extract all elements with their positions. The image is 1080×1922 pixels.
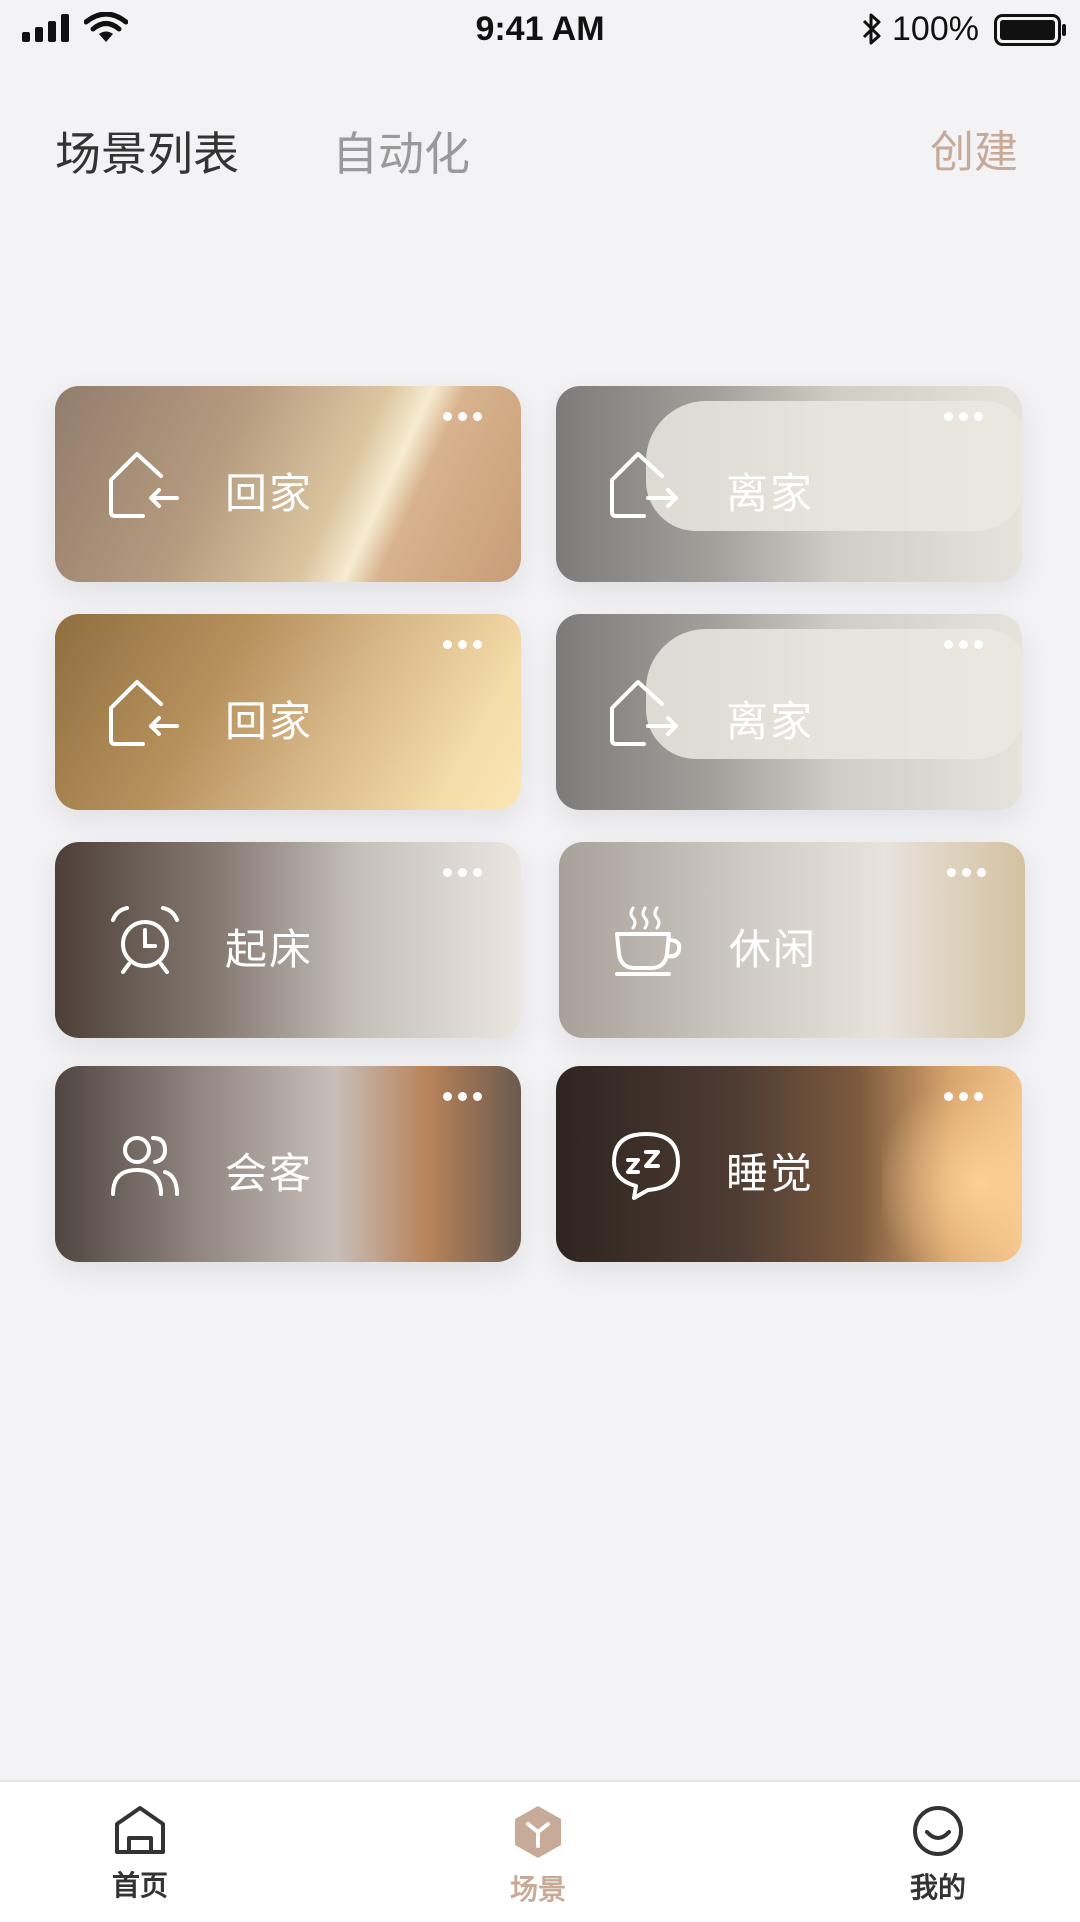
alarm-clock-icon <box>111 906 179 974</box>
scene-card[interactable]: 睡觉 <box>556 1066 1022 1262</box>
scene-label: 会客 <box>225 1149 314 1198</box>
battery-icon <box>994 14 1066 46</box>
scene-label: 回家 <box>225 469 314 518</box>
scene-label: 休闲 <box>729 925 818 974</box>
tab-scene-list[interactable]: 场景列表 <box>55 118 239 184</box>
sleep-bubble-icon <box>612 1132 680 1200</box>
scene-label: 离家 <box>726 697 815 746</box>
home-arrive-icon <box>109 680 179 746</box>
bottom-tab-bar: 首页 场景 我的 <box>0 1780 1080 1922</box>
tab-scenes-label: 场景 <box>509 1873 566 1906</box>
tab-mine-label: 我的 <box>909 1871 966 1904</box>
scene-label: 离家 <box>726 469 815 518</box>
more-icon[interactable] <box>443 1086 491 1106</box>
more-icon[interactable] <box>944 1086 992 1106</box>
create-button[interactable]: 创建 <box>930 116 1018 180</box>
home-icon <box>115 1806 165 1854</box>
scene-label: 睡觉 <box>726 1149 815 1198</box>
scene-cube-icon <box>515 1806 561 1858</box>
scene-card[interactable]: 回家 <box>55 386 521 582</box>
home-arrive-icon <box>109 452 179 518</box>
scene-card[interactable]: 起床 <box>55 842 521 1038</box>
scene-card[interactable]: 会客 <box>55 1066 521 1262</box>
scene-label: 起床 <box>225 925 314 974</box>
people-icon <box>111 1136 179 1196</box>
more-icon[interactable] <box>443 634 491 654</box>
home-leave-icon <box>610 452 678 518</box>
scene-card[interactable]: 离家 <box>556 614 1022 810</box>
more-icon[interactable] <box>944 634 992 654</box>
tab-home[interactable]: 首页 <box>60 1804 220 1904</box>
more-icon[interactable] <box>443 406 491 426</box>
tab-mine[interactable]: 我的 <box>858 1804 1018 1906</box>
bluetooth-icon <box>862 13 881 45</box>
battery-percent: 100% <box>892 10 979 48</box>
scene-card[interactable]: 回家 <box>55 614 521 810</box>
tab-home-label: 首页 <box>111 1869 168 1902</box>
coffee-cup-icon <box>615 906 682 976</box>
tab-scenes[interactable]: 场景 <box>458 1804 618 1908</box>
smile-face-icon <box>913 1806 963 1856</box>
scene-card[interactable]: 休闲 <box>559 842 1025 1038</box>
scene-card[interactable]: 离家 <box>556 386 1022 582</box>
more-icon[interactable] <box>944 406 992 426</box>
home-leave-icon <box>610 680 678 746</box>
more-icon[interactable] <box>443 862 491 882</box>
status-bar: 9:41 AM 100% <box>0 0 1080 60</box>
scene-label: 回家 <box>225 697 314 746</box>
tab-automation[interactable]: 自动化 <box>332 118 470 184</box>
more-icon[interactable] <box>947 862 995 882</box>
